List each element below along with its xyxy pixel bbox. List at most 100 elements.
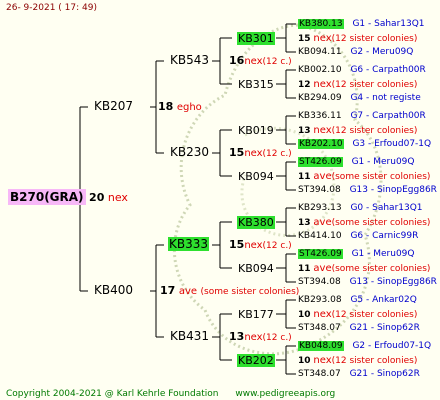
gen3-queen[interactable]: KB177 (238, 308, 274, 321)
gen4-queen[interactable]: KB414.10 G6 - Carnic99R (298, 230, 418, 243)
gen4-queen[interactable]: KB202.10 G3 - Erfoud07-1Q (298, 138, 431, 151)
score: 11 (298, 172, 311, 182)
note-extra: (12 c.) (262, 149, 292, 159)
root-note: nex (107, 191, 128, 204)
gen4-info: G2 - Meru09Q (350, 47, 414, 57)
note: nex (244, 56, 263, 67)
gen4-queen[interactable]: KB002.10 G6 - Carpath00R (298, 64, 426, 77)
gen4-name: KB002.10 (298, 65, 342, 75)
gen2-name: KB431 (170, 329, 210, 343)
note-extra: (some sister colonies) (331, 218, 431, 228)
score: 13 (298, 218, 311, 228)
gen4-score: 10 nex(12 sister colonies) (298, 308, 417, 322)
note: nex (313, 125, 332, 136)
gen4-score: 12 nex(12 sister colonies) (298, 78, 417, 92)
gen1-score: 18 egho (158, 100, 202, 114)
gen4-info: G2 - Erfoud07-1Q (352, 341, 432, 351)
gen4-queen[interactable]: KB293.08 G5 - Ankar02Q (298, 294, 417, 307)
gen4-name: KB202.10 (298, 139, 344, 149)
gen1-name: KB207 (94, 99, 134, 113)
note-extra: (12 sister colonies) (331, 34, 418, 44)
gen4-queen[interactable]: ST348.07 G21 - Sinop62R (298, 322, 420, 335)
gen4-info: G21 - Sinop62R (349, 369, 420, 379)
note: ave (178, 286, 198, 297)
gen4-queen[interactable]: KB294.09 G4 - not registe (298, 92, 421, 105)
score: 17 (160, 284, 176, 297)
gen2-queen[interactable]: KB230 (170, 146, 209, 159)
gen3-queen[interactable]: KB094 (238, 170, 274, 183)
gen4-queen[interactable]: ST394.08 G13 - SinopEgg86R (298, 184, 437, 197)
gen4-queen[interactable]: ST394.08 G13 - SinopEgg86R (298, 276, 437, 289)
gen1-name: KB400 (94, 283, 134, 297)
gen3-queen[interactable]: KB380 (237, 216, 275, 229)
gen4-info: G1 - Meru09Q (351, 157, 415, 167)
gen2-name: KB333 (168, 237, 210, 251)
note: nex (313, 355, 332, 366)
gen4-name: KB380.13 (298, 19, 344, 29)
score: 13 (298, 126, 311, 136)
root-queen[interactable]: B270(GRA) 20 nex (8, 189, 128, 205)
root-score: 20 (89, 191, 105, 204)
gen3-queen[interactable]: KB094 (238, 262, 274, 275)
gen4-info: G13 - SinopEgg86R (349, 185, 437, 195)
score: 13 (229, 330, 245, 343)
gen4-queen[interactable]: KB380.13 G1 - Sahar13Q1 (298, 18, 425, 31)
gen4-queen[interactable]: KB048.09 G2 - Erfoud07-1Q (298, 340, 431, 353)
gen4-name: KB336.11 (298, 111, 342, 121)
gen4-queen[interactable]: KB094.11 G2 - Meru09Q (298, 46, 413, 59)
gen3-name: KB094 (238, 262, 274, 275)
gen4-info: G5 - Ankar02Q (350, 295, 417, 305)
note: ave (313, 217, 332, 228)
gen4-info: G6 - Carpath00R (350, 65, 426, 75)
gen1-queen[interactable]: KB207 (94, 100, 133, 113)
note-extra: (12 sister colonies) (331, 310, 418, 320)
gen2-score: 15nex(12 c.) (229, 146, 292, 161)
gen2-score: 16nex(12 c.) (229, 54, 292, 69)
gen3-queen[interactable]: KB202 (237, 354, 275, 367)
score: 18 (158, 100, 174, 113)
gen4-score: 11 ave(some sister colonies) (298, 170, 430, 184)
gen4-name: KB293.08 (298, 295, 342, 305)
gen4-queen[interactable]: ST426.09 G1 - Meru09Q (298, 248, 415, 261)
gen2-queen[interactable]: KB543 (170, 54, 209, 67)
score: 10 (298, 310, 311, 320)
gen1-queen[interactable]: KB400 (94, 284, 133, 297)
gen3-queen[interactable]: KB301 (237, 32, 275, 45)
note-extra: (12 c.) (262, 57, 292, 67)
score: 10 (298, 356, 311, 366)
gen4-name: KB294.09 (298, 93, 342, 103)
gen4-name: KB094.11 (298, 47, 342, 57)
gen3-name: KB177 (238, 308, 274, 321)
gen4-name: KB293.13 (298, 203, 342, 213)
note-extra: (12 sister colonies) (331, 80, 418, 90)
gen4-score: 11 ave(some sister colonies) (298, 262, 430, 276)
gen4-queen[interactable]: ST348.07 G21 - Sinop62R (298, 368, 420, 381)
gen4-info: G21 - Sinop62R (349, 323, 420, 333)
note: egho (176, 102, 202, 113)
note: nex (244, 148, 263, 159)
gen2-queen[interactable]: KB333 (168, 237, 210, 251)
note-extra: (12 sister colonies) (331, 356, 418, 366)
gen3-queen[interactable]: KB315 (238, 78, 274, 91)
score: 15 (229, 146, 245, 159)
note-extra: (some sister colonies) (331, 264, 431, 274)
gen3-name: KB094 (238, 170, 274, 183)
gen3-name: KB301 (237, 32, 275, 45)
copyright-text: Copyright 2004-2021 @ Karl Kehrle Founda… (6, 389, 219, 399)
gen2-queen[interactable]: KB431 (170, 330, 209, 343)
gen4-queen[interactable]: ST426.09 G1 - Meru09Q (298, 156, 415, 169)
gen4-score: 15 nex(12 sister colonies) (298, 32, 417, 46)
gen4-info: G0 - Sahar13Q1 (350, 203, 423, 213)
note-extra: (12 sister colonies) (331, 126, 418, 136)
footer: Copyright 2004-2021 @ Karl Kehrle Founda… (6, 389, 335, 399)
gen4-queen[interactable]: KB293.13 G0 - Sahar13Q1 (298, 202, 423, 215)
note-extra: (12 c.) (262, 241, 292, 251)
gen4-name: ST394.08 (298, 277, 341, 287)
gen1-score: 17 ave (some sister colonies) (160, 284, 299, 299)
gen2-score: 13nex(12 c.) (229, 330, 292, 345)
gen3-name: KB315 (238, 78, 274, 91)
gen3-queen[interactable]: KB019 (238, 124, 274, 137)
website-link[interactable]: www.pedigreeapis.org (235, 389, 335, 399)
score: 11 (298, 264, 311, 274)
gen4-queen[interactable]: KB336.11 G7 - Carpath00R (298, 110, 426, 123)
